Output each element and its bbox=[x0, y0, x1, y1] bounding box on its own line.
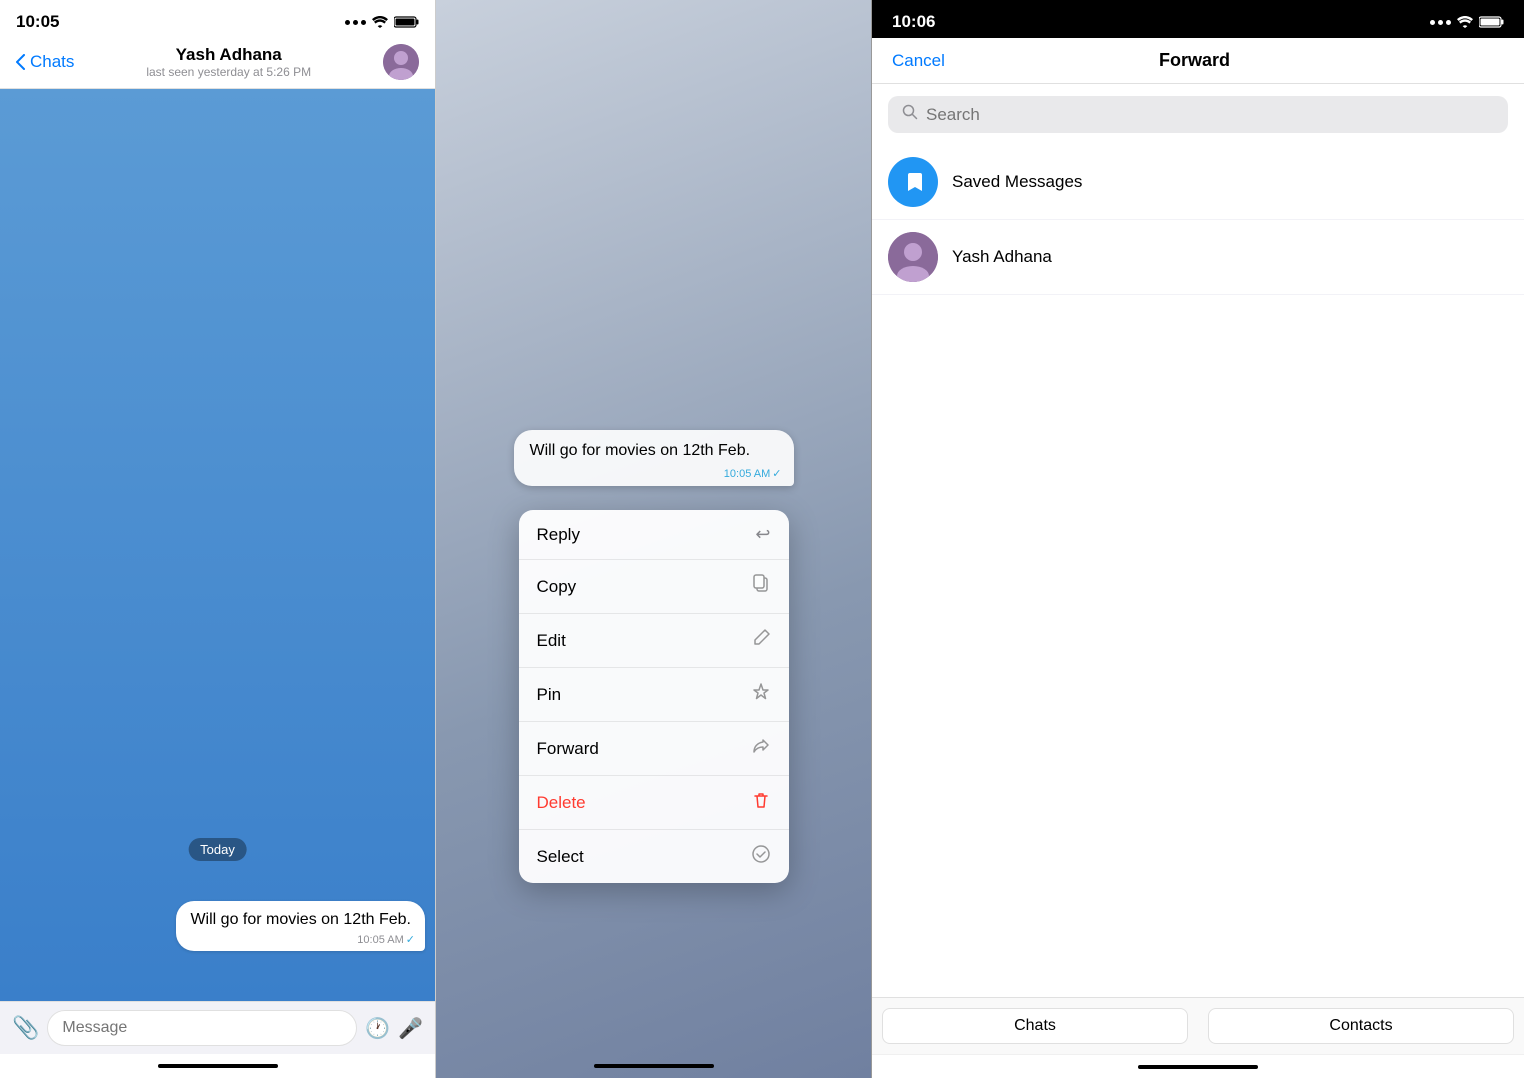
preview-message-time: 10:05 AM bbox=[724, 468, 770, 480]
panel-chat: 10:05 Chats bbox=[0, 0, 436, 1078]
menu-item-pin[interactable]: Pin bbox=[519, 668, 789, 722]
contact-name: Yash Adhana bbox=[74, 45, 383, 65]
context-menu: Reply ↩ Copy Edit bbox=[519, 510, 789, 883]
panel-forward: 10:06 Cancel Forward bbox=[872, 0, 1524, 1078]
message-bubble[interactable]: Will go for movies on 12th Feb. 10:05 AM… bbox=[176, 901, 425, 951]
forward-title: Forward bbox=[1159, 50, 1230, 71]
mic-icon[interactable]: 🎤 bbox=[398, 1016, 423, 1041]
reply-label: Reply bbox=[537, 525, 580, 545]
p3-status-icons bbox=[1430, 16, 1504, 28]
preview-check-icon: ✓ bbox=[772, 467, 781, 480]
nav-bar: Chats Yash Adhana last seen yesterday at… bbox=[0, 36, 435, 89]
status-icons bbox=[345, 16, 419, 28]
read-receipt-icon: ✓ bbox=[406, 933, 415, 946]
message-time: 10:05 AM bbox=[357, 934, 403, 946]
chevron-left-icon bbox=[16, 54, 26, 70]
emoji-icon[interactable]: 🕐 bbox=[365, 1016, 390, 1041]
user-avatar bbox=[888, 232, 938, 282]
date-badge: Today bbox=[188, 838, 247, 861]
saved-messages-avatar bbox=[888, 157, 938, 207]
chat-area: Today Will go for movies on 12th Feb. 10… bbox=[0, 89, 435, 1001]
forward-label: Forward bbox=[537, 739, 599, 759]
battery-icon bbox=[394, 16, 419, 28]
last-seen: last seen yesterday at 5:26 PM bbox=[74, 65, 383, 79]
p3-wifi-icon bbox=[1457, 16, 1473, 28]
copy-icon bbox=[751, 574, 771, 599]
p3-status-time: 10:06 bbox=[892, 12, 935, 32]
edit-icon bbox=[751, 628, 771, 653]
contact-list: Saved Messages Yash Adhana bbox=[872, 145, 1524, 997]
p3-battery-icon bbox=[1479, 16, 1504, 28]
menu-item-copy[interactable]: Copy bbox=[519, 560, 789, 614]
home-bar bbox=[594, 1064, 714, 1068]
panel-context-menu: Will go for movies on 12th Feb. 10:05 AM… bbox=[436, 0, 872, 1078]
message-text: Will go for movies on 12th Feb. bbox=[190, 911, 411, 928]
search-icon bbox=[902, 104, 918, 125]
menu-item-edit[interactable]: Edit bbox=[519, 614, 789, 668]
p3-home-bar bbox=[1138, 1065, 1258, 1069]
input-bar: 📎 🕐 🎤 bbox=[0, 1001, 435, 1054]
menu-item-select[interactable]: Select bbox=[519, 830, 789, 883]
panel2-content: Will go for movies on 12th Feb. 10:05 AM… bbox=[436, 0, 871, 1078]
avatar[interactable] bbox=[383, 44, 419, 80]
saved-messages-label: Saved Messages bbox=[952, 172, 1082, 192]
p3-home-indicator bbox=[872, 1054, 1524, 1078]
message-input[interactable] bbox=[47, 1010, 357, 1046]
contact-item-saved[interactable]: Saved Messages bbox=[872, 145, 1524, 220]
message-meta: 10:05 AM ✓ bbox=[357, 933, 415, 946]
p3-signal-icon bbox=[1430, 20, 1451, 25]
bottom-tabs: Chats Contacts bbox=[872, 997, 1524, 1054]
delete-label: Delete bbox=[537, 793, 586, 813]
p3-nav: Cancel Forward bbox=[872, 38, 1524, 84]
search-bar bbox=[888, 96, 1508, 133]
p3-status-bar: 10:06 bbox=[872, 0, 1524, 38]
menu-item-reply[interactable]: Reply ↩ bbox=[519, 510, 789, 560]
home-indicator bbox=[436, 1054, 871, 1078]
select-label: Select bbox=[537, 847, 584, 867]
pin-icon bbox=[751, 682, 771, 707]
home-indicator bbox=[0, 1054, 435, 1078]
contact-item-yash[interactable]: Yash Adhana bbox=[872, 220, 1524, 295]
preview-message-text: Will go for movies on 12th Feb. bbox=[530, 442, 751, 459]
edit-label: Edit bbox=[537, 631, 566, 651]
search-input[interactable] bbox=[926, 105, 1494, 125]
status-time: 10:05 bbox=[16, 12, 59, 32]
menu-item-delete[interactable]: Delete bbox=[519, 776, 789, 830]
tab-chats[interactable]: Chats bbox=[882, 1008, 1188, 1044]
tab-contacts[interactable]: Contacts bbox=[1208, 1008, 1514, 1044]
home-bar bbox=[158, 1064, 278, 1068]
message-bubble-preview: Will go for movies on 12th Feb. 10:05 AM… bbox=[514, 430, 794, 486]
back-button[interactable]: Chats bbox=[16, 52, 74, 72]
avatar-image bbox=[383, 44, 419, 80]
nav-title: Yash Adhana last seen yesterday at 5:26 … bbox=[74, 45, 383, 79]
attach-icon[interactable]: 📎 bbox=[12, 1015, 39, 1041]
reply-icon: ↩ bbox=[755, 524, 770, 545]
user-contact-name: Yash Adhana bbox=[952, 247, 1052, 267]
forward-icon bbox=[751, 736, 771, 761]
menu-item-forward[interactable]: Forward bbox=[519, 722, 789, 776]
select-icon bbox=[751, 844, 771, 869]
wifi-icon bbox=[372, 16, 388, 28]
delete-icon bbox=[751, 790, 771, 815]
status-bar: 10:05 bbox=[0, 0, 435, 36]
back-label: Chats bbox=[30, 52, 74, 72]
pin-label: Pin bbox=[537, 685, 562, 705]
cancel-button[interactable]: Cancel bbox=[892, 51, 945, 71]
signal-dots-icon bbox=[345, 20, 366, 25]
copy-label: Copy bbox=[537, 577, 577, 597]
preview-message-meta: 10:05 AM ✓ bbox=[724, 467, 782, 480]
